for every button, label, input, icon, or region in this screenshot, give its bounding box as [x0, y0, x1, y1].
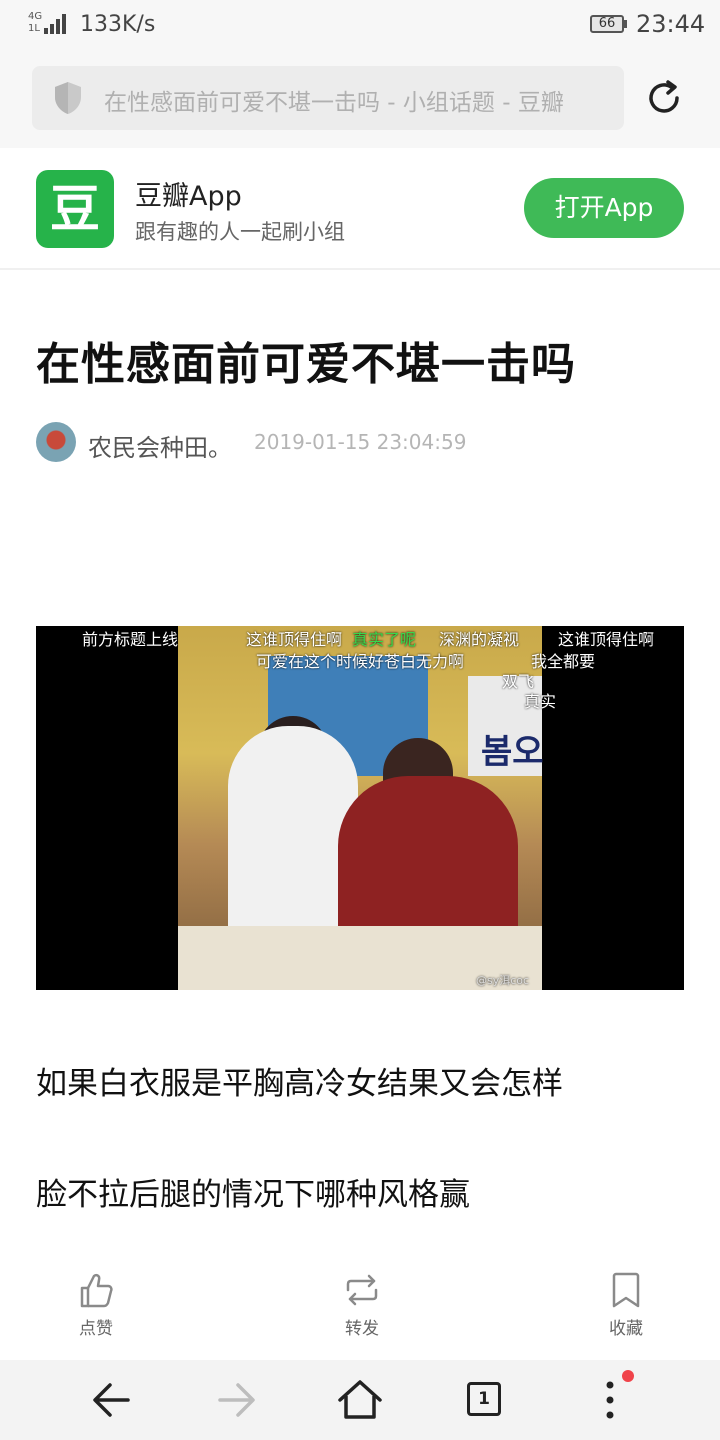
danmaku-text: 真实 — [524, 692, 557, 711]
shield-icon[interactable] — [52, 80, 84, 116]
watermark-text: @sy洱coc — [476, 974, 530, 987]
collect-label: 收藏 — [609, 1319, 643, 1339]
share-button[interactable]: 转发 — [322, 1270, 402, 1339]
danmaku-text: 这谁顶得住啊 — [558, 630, 655, 649]
forward-arrow-icon[interactable] — [206, 1370, 266, 1430]
tabs-icon[interactable]: 1 — [467, 1382, 501, 1416]
post-date: 2019-01-15 23:04:59 — [254, 430, 467, 454]
reload-icon[interactable] — [644, 78, 684, 118]
poster-text: 봄오 — [481, 732, 544, 772]
open-app-button[interactable]: 打开App — [524, 178, 684, 238]
clock: 23:44 — [636, 10, 706, 38]
like-label: 点赞 — [79, 1319, 113, 1339]
paragraph: 如果白衣服是平胸高冷女结果又会怎样 — [36, 1066, 563, 1102]
danmaku-text: 这谁顶得住啊 — [246, 630, 343, 649]
douban-logo: 豆 — [36, 170, 114, 248]
article-title: 在性感面前可爱不堪一击吗 — [36, 339, 576, 390]
address-text[interactable]: 在性感面前可爱不堪一击吗 - 小组话题 - 豆瓣 — [104, 83, 614, 115]
battery-cap — [624, 20, 627, 28]
author-name[interactable]: 农民会种田。 — [88, 428, 232, 463]
danmaku-text: 真实了呢 — [352, 630, 417, 649]
like-button[interactable]: 点赞 — [56, 1270, 136, 1339]
signal-icon: 4G 1L — [28, 12, 68, 36]
back-arrow-icon[interactable] — [82, 1370, 142, 1430]
danmaku-text: 深渊的凝视 — [439, 630, 520, 649]
article-image[interactable]: 前方标题上线 这谁顶得住啊 真实了呢 深渊的凝视 这谁顶得住啊 可爱在这个时候好… — [36, 626, 684, 990]
danmaku-text: 我全都要 — [531, 652, 596, 671]
app-name: 豆瓣App — [135, 181, 242, 212]
paragraph: 脸不拉后腿的情况下哪种风格赢 — [36, 1177, 470, 1213]
net-speed: 133K/s — [80, 12, 156, 37]
thumbs-up-icon — [80, 1273, 113, 1308]
author-avatar[interactable] — [36, 422, 76, 462]
share-label: 转发 — [345, 1319, 379, 1339]
home-icon[interactable] — [330, 1370, 390, 1430]
notification-dot — [622, 1370, 634, 1382]
repost-icon — [346, 1274, 378, 1306]
battery-icon: 66 — [590, 15, 624, 33]
bookmark-icon — [612, 1272, 640, 1308]
network-type: 4G — [28, 11, 43, 22]
collect-button[interactable]: 收藏 — [586, 1270, 666, 1339]
danmaku-text: 前方标题上线 — [82, 630, 179, 649]
network-subtype: 1L — [28, 23, 40, 34]
app-subtitle: 跟有趣的人一起刷小组 — [135, 220, 345, 244]
danmaku-text: 可爱在这个时候好苍白无力啊 — [256, 652, 465, 671]
